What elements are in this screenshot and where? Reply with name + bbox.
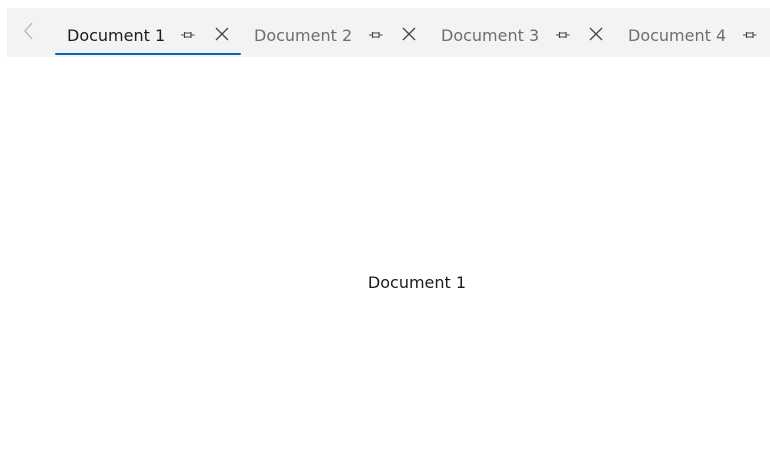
pin-icon: [180, 26, 196, 45]
tab-label: Document 3: [441, 26, 540, 45]
tab-strip: Document 1 Document 2 Document 3 Documen…: [7, 8, 770, 57]
document-content-area: Document 1: [7, 57, 770, 452]
selected-tab-indicator: [55, 53, 241, 55]
pin-tab-button[interactable]: [178, 25, 198, 45]
close-icon: [589, 26, 603, 45]
tab-label: Document 2: [254, 26, 353, 45]
tab-document-1[interactable]: Document 1: [55, 8, 241, 57]
chevron-left-icon: [24, 22, 34, 44]
scroll-left-button[interactable]: [17, 22, 41, 44]
tabbed-document-window: Document 1 Document 2 Document 3 Documen…: [0, 0, 770, 452]
pin-icon: [555, 26, 571, 45]
close-icon: [402, 26, 416, 45]
tab-document-3[interactable]: Document 3: [429, 8, 615, 57]
tab-label: Document 1: [67, 26, 166, 45]
pin-icon: [742, 26, 758, 45]
tab-document-2[interactable]: Document 2: [242, 8, 428, 57]
tab-document-4[interactable]: Document 4: [616, 8, 770, 57]
pin-tab-button[interactable]: [366, 25, 386, 45]
pin-tab-button[interactable]: [553, 25, 573, 45]
pin-icon: [368, 26, 384, 45]
close-tab-button[interactable]: [212, 25, 232, 45]
pin-tab-button[interactable]: [740, 25, 760, 45]
tab-label: Document 4: [628, 26, 727, 45]
close-tab-button[interactable]: [399, 25, 419, 45]
document-content-text: Document 1: [367, 273, 467, 292]
close-icon: [215, 26, 229, 45]
close-tab-button[interactable]: [586, 25, 606, 45]
